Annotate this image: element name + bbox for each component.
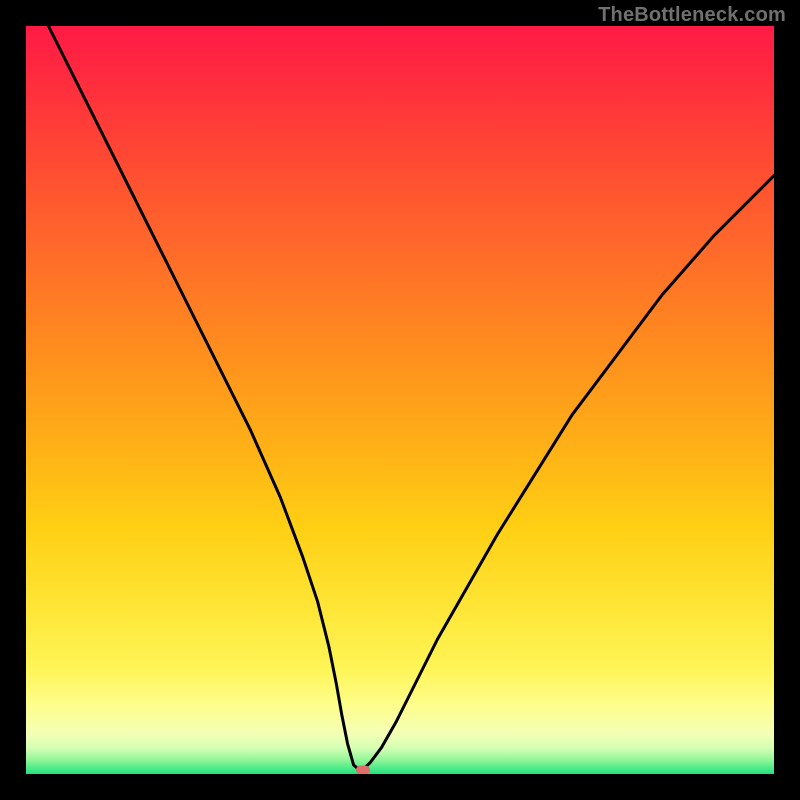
optimal-marker bbox=[356, 765, 370, 774]
curve-svg bbox=[26, 26, 774, 774]
bottleneck-curve bbox=[48, 26, 774, 770]
plot-area bbox=[26, 26, 774, 774]
chart-frame: TheBottleneck.com bbox=[0, 0, 800, 800]
watermark-text: TheBottleneck.com bbox=[598, 4, 786, 27]
